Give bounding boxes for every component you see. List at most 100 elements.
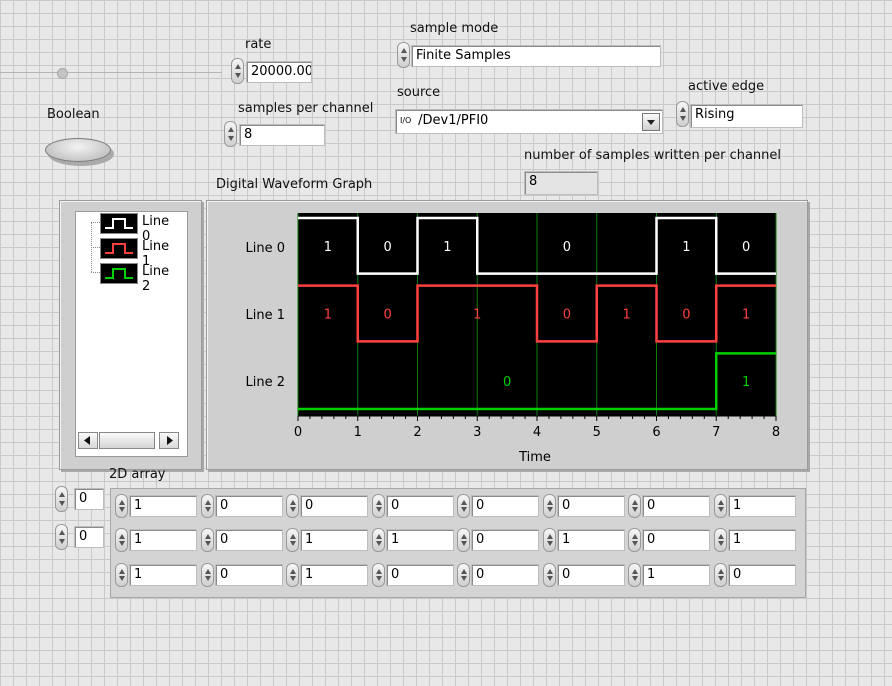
element-input[interactable]: 0 (557, 495, 625, 517)
sample-mode-increment-decrement[interactable] (397, 42, 410, 68)
index-input[interactable]: 0 (74, 488, 104, 510)
element-input[interactable]: 1 (728, 495, 796, 517)
element-increment-decrement[interactable] (201, 563, 214, 587)
element-increment-decrement[interactable] (372, 494, 385, 518)
array-element[interactable]: 0 (457, 563, 541, 587)
array-element[interactable]: 1 (286, 563, 370, 587)
element-input[interactable]: 0 (728, 564, 796, 586)
legend-scroll-right-button[interactable] (159, 432, 179, 449)
sample-mode-ring[interactable]: Finite Samples (411, 45, 661, 67)
chevron-right-icon (167, 436, 173, 445)
plot-legend: Line 0 Line 1 Line 2 (59, 200, 202, 470)
array-element[interactable]: 1 (714, 528, 798, 552)
element-increment-decrement[interactable] (457, 528, 470, 552)
element-increment-decrement[interactable] (201, 494, 214, 518)
element-input[interactable]: 0 (300, 495, 368, 517)
array-element[interactable]: 1 (115, 563, 199, 587)
element-increment-decrement[interactable] (714, 494, 727, 518)
active-edge-ring[interactable]: Rising (690, 104, 803, 128)
element-input[interactable]: 1 (300, 529, 368, 551)
element-input[interactable]: 0 (386, 495, 454, 517)
element-input[interactable]: 1 (557, 529, 625, 551)
index-increment-decrement[interactable] (55, 524, 68, 550)
element-input[interactable]: 1 (300, 564, 368, 586)
array-index-1[interactable]: 0 (55, 524, 105, 550)
element-input[interactable]: 0 (215, 564, 283, 586)
index-input[interactable]: 0 (74, 526, 104, 548)
state-label: 1 (473, 308, 481, 323)
array-element[interactable]: 0 (457, 494, 541, 518)
rate-increment-decrement[interactable] (231, 58, 244, 84)
array-element[interactable]: 1 (628, 563, 712, 587)
element-input[interactable]: 0 (386, 564, 454, 586)
element-input[interactable]: 1 (129, 529, 197, 551)
array-element[interactable]: 0 (372, 494, 456, 518)
element-input[interactable]: 0 (471, 564, 539, 586)
element-input[interactable]: 1 (728, 529, 796, 551)
element-increment-decrement[interactable] (372, 563, 385, 587)
element-increment-decrement[interactable] (543, 494, 556, 518)
array-element[interactable]: 0 (628, 528, 712, 552)
element-input[interactable]: 0 (557, 564, 625, 586)
rate-label: rate (245, 37, 272, 52)
rate-input[interactable]: 20000.00 (246, 61, 312, 83)
element-input[interactable]: 0 (215, 529, 283, 551)
boolean-button[interactable] (45, 138, 111, 162)
x-tick-label: 2 (413, 425, 421, 440)
element-increment-decrement[interactable] (628, 494, 641, 518)
element-input[interactable]: 1 (642, 564, 710, 586)
array-element[interactable]: 1 (115, 494, 199, 518)
element-input[interactable]: 0 (215, 495, 283, 517)
element-input[interactable]: 0 (642, 529, 710, 551)
array-element[interactable]: 0 (286, 494, 370, 518)
array-element[interactable]: 0 (457, 528, 541, 552)
array-element[interactable]: 1 (286, 528, 370, 552)
legend-scrollbar-thumb[interactable] (99, 432, 155, 449)
samples-per-channel-increment-decrement[interactable] (224, 121, 237, 147)
element-increment-decrement[interactable] (543, 563, 556, 587)
element-increment-decrement[interactable] (372, 528, 385, 552)
array-element[interactable]: 0 (714, 563, 798, 587)
legend-scroll-left-button[interactable] (78, 432, 98, 449)
element-input[interactable]: 1 (386, 529, 454, 551)
element-increment-decrement[interactable] (628, 563, 641, 587)
element-input[interactable]: 1 (129, 564, 197, 586)
source-io-control[interactable]: I/O /Dev1/PFI0 (395, 109, 663, 134)
array-element[interactable]: 1 (115, 528, 199, 552)
array-element[interactable]: 0 (543, 494, 627, 518)
element-input[interactable]: 1 (129, 495, 197, 517)
element-increment-decrement[interactable] (457, 563, 470, 587)
array-element[interactable]: 1 (714, 494, 798, 518)
digital-waveform-graph[interactable]: 1 0 1 0 1 0 1 0 1 0 1 0 1 0 1 Line 0 Line 1 Line 2 0 1 2… (206, 200, 808, 470)
samples-per-channel-input[interactable]: 8 (239, 124, 325, 146)
element-increment-decrement[interactable] (286, 528, 299, 552)
active-edge-increment-decrement[interactable] (676, 101, 689, 127)
array-element[interactable]: 0 (201, 528, 285, 552)
array-element[interactable]: 1 (543, 528, 627, 552)
array-element[interactable]: 0 (543, 563, 627, 587)
element-increment-decrement[interactable] (115, 494, 128, 518)
element-increment-decrement[interactable] (201, 528, 214, 552)
element-increment-decrement[interactable] (286, 494, 299, 518)
element-input[interactable]: 0 (642, 495, 710, 517)
element-increment-decrement[interactable] (115, 563, 128, 587)
array-element[interactable]: 0 (372, 563, 456, 587)
state-label: 0 (563, 308, 571, 323)
state-label: 0 (383, 308, 391, 323)
element-increment-decrement[interactable] (286, 563, 299, 587)
array-element[interactable]: 1 (372, 528, 456, 552)
source-dropdown-button[interactable] (642, 113, 660, 131)
array-element[interactable]: 0 (201, 563, 285, 587)
index-increment-decrement[interactable] (55, 486, 68, 512)
array-index-0[interactable]: 0 (55, 486, 105, 512)
element-input[interactable]: 0 (471, 495, 539, 517)
element-increment-decrement[interactable] (714, 528, 727, 552)
element-increment-decrement[interactable] (714, 563, 727, 587)
element-increment-decrement[interactable] (543, 528, 556, 552)
array-element[interactable]: 0 (201, 494, 285, 518)
element-increment-decrement[interactable] (628, 528, 641, 552)
element-increment-decrement[interactable] (115, 528, 128, 552)
array-element[interactable]: 0 (628, 494, 712, 518)
element-increment-decrement[interactable] (457, 494, 470, 518)
element-input[interactable]: 0 (471, 529, 539, 551)
